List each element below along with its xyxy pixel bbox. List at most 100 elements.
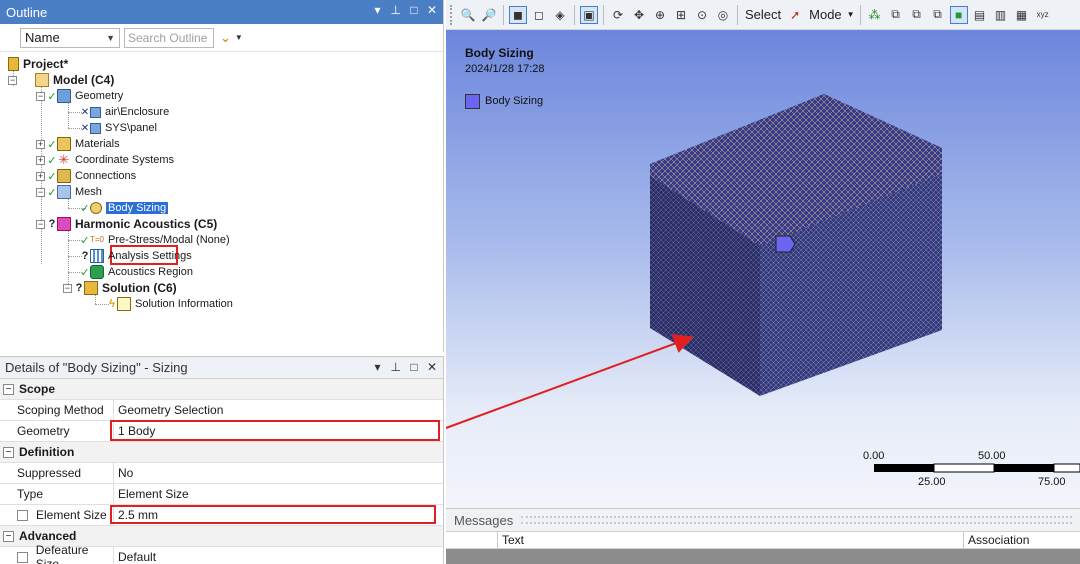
- tree-item-label: Model (C4): [53, 73, 115, 87]
- row-value[interactable]: Default: [114, 550, 156, 564]
- collapse-toggle[interactable]: −: [3, 383, 14, 395]
- tree-item-label: Connections: [75, 170, 137, 182]
- row-type[interactable]: Type Element Size: [0, 484, 443, 505]
- tree-item-sys-panel[interactable]: ✕ SYS\panel: [80, 120, 157, 136]
- tree-item-harmonic-acoustics[interactable]: − ? Harmonic Acoustics (C5): [36, 216, 217, 232]
- magnifier-icon[interactable]: ◎: [714, 6, 732, 24]
- panel-menu-icon[interactable]: ▾: [372, 360, 382, 374]
- collapse-toggle[interactable]: −: [36, 187, 45, 197]
- tree-item-geometry[interactable]: − ✓ Geometry: [36, 88, 123, 104]
- tree-item-label: air\Enclosure: [105, 106, 170, 118]
- row-suppressed[interactable]: Suppressed No: [0, 463, 443, 484]
- collapse-toggle[interactable]: −: [3, 530, 14, 542]
- column-header-text[interactable]: Text: [498, 532, 964, 548]
- chevron-down-icon: ▼: [106, 32, 115, 43]
- filter-combo[interactable]: Name ▼: [20, 27, 120, 48]
- tree-item-air-enclosure[interactable]: ✕ air\Enclosure: [80, 104, 169, 120]
- collapse-toggle[interactable]: −: [3, 446, 14, 458]
- row-value[interactable]: Geometry Selection: [114, 403, 223, 417]
- collapse-toggle[interactable]: −: [36, 219, 45, 229]
- expand-collapse-icon[interactable]: ⌄: [220, 30, 231, 46]
- close-icon[interactable]: ✕: [427, 360, 437, 374]
- select-body-icon[interactable]: ⧉: [929, 6, 947, 24]
- select-vertex-icon[interactable]: ⁂: [866, 6, 884, 24]
- check-icon: ✓: [47, 138, 57, 151]
- panel-menu-icon[interactable]: ▾: [372, 3, 382, 17]
- tree-item-project[interactable]: Project*: [8, 56, 68, 72]
- body-icon: [90, 122, 101, 134]
- section-scope[interactable]: − Scope: [0, 379, 443, 400]
- graphics-viewport[interactable]: Body Sizing 2024/1/28 17:28 Body Sizing: [446, 30, 1080, 508]
- zoom-in-icon[interactable]: 🔍: [459, 6, 477, 24]
- search-input[interactable]: Search Outline: [124, 27, 214, 48]
- panel-grip[interactable]: [521, 516, 1072, 524]
- tree-item-solution-information[interactable]: ϟ Solution Information: [107, 296, 233, 312]
- graphics-toolbar: 🔍 🔎 ◼ ◻ ◈ ▣ ⟳ ✥ ⊕ ⊞ ⊙ ◎ Select ➚ Mode ▼ …: [446, 0, 1080, 30]
- display-wireframe-icon[interactable]: ◻: [530, 6, 548, 24]
- tree-item-pre-stress[interactable]: ✓ T=0 Pre-Stress/Modal (None): [80, 232, 229, 248]
- tree-item-acoustics-region[interactable]: ✓ Acoustics Region: [80, 264, 193, 280]
- row-defeature-size[interactable]: Defeature Size Default: [0, 543, 443, 564]
- maximize-icon[interactable]: □: [409, 360, 419, 374]
- expand-toggle[interactable]: +: [36, 139, 45, 149]
- scale-bar-segment: [1053, 463, 1080, 473]
- tree-item-coordinate-systems[interactable]: + ✓ ✳ Coordinate Systems: [36, 152, 174, 168]
- select-cursor-icon[interactable]: ➚: [786, 6, 804, 24]
- scale-label: 25.00: [918, 476, 946, 488]
- show-vertices-icon[interactable]: ▣: [580, 5, 598, 24]
- tree-item-analysis-settings[interactable]: ? Analysis Settings: [80, 248, 192, 264]
- parameter-checkbox[interactable]: [17, 509, 28, 521]
- tree-item-label: Geometry: [75, 90, 124, 102]
- row-value[interactable]: Element Size: [114, 487, 189, 501]
- select-edge-icon[interactable]: ⧉: [887, 6, 905, 24]
- geometry-icon: [57, 89, 71, 103]
- row-label: Suppressed: [0, 463, 114, 483]
- scale-bar-segment: [933, 463, 995, 473]
- row-scoping-method[interactable]: Scoping Method Geometry Selection: [0, 400, 443, 421]
- scale-bar-segment: [874, 464, 934, 472]
- tree-item-connections[interactable]: + ✓ Connections: [36, 168, 136, 184]
- parameter-checkbox[interactable]: [17, 551, 28, 563]
- select-body-filter-icon[interactable]: ■: [949, 5, 968, 24]
- display-edges-icon[interactable]: ◈: [551, 6, 569, 24]
- chevron-down-icon[interactable]: ▼: [847, 10, 855, 19]
- select-element-icon[interactable]: ▦: [1013, 6, 1031, 24]
- toolbar-grip[interactable]: [450, 4, 454, 25]
- select-element-face-icon[interactable]: ▥: [992, 6, 1010, 24]
- display-shaded-icon[interactable]: ◼: [509, 5, 527, 24]
- column-header-association[interactable]: Association: [964, 532, 1080, 548]
- expand-toggle[interactable]: +: [36, 155, 45, 165]
- pin-icon[interactable]: ⊥: [390, 3, 400, 17]
- mode-button[interactable]: Mode: [807, 7, 844, 22]
- tree-item-solution[interactable]: − ? Solution (C6): [63, 280, 177, 296]
- tree-item-materials[interactable]: + ✓ Materials: [36, 136, 120, 152]
- coordinate-readout-icon[interactable]: xyz: [1034, 6, 1052, 24]
- check-icon: ✓: [80, 202, 90, 215]
- tree-item-model[interactable]: − Model (C4): [8, 72, 114, 88]
- mesh-icon: [57, 185, 71, 199]
- collapse-toggle[interactable]: −: [63, 283, 72, 293]
- tree-item-body-sizing[interactable]: ✓ Body Sizing: [80, 200, 169, 216]
- pin-icon[interactable]: ⊥: [390, 360, 400, 374]
- chevron-down-icon[interactable]: ▼: [235, 33, 243, 42]
- tree-item-mesh[interactable]: − ✓ Mesh: [36, 184, 102, 200]
- select-face-icon[interactable]: ⧉: [908, 6, 926, 24]
- zoom-to-fit-icon[interactable]: ⊙: [693, 6, 711, 24]
- select-button[interactable]: Select: [743, 7, 783, 22]
- details-title: Details of "Body Sizing" - Sizing: [5, 360, 188, 375]
- row-value[interactable]: No: [114, 466, 133, 480]
- box-zoom-icon[interactable]: ⊞: [672, 6, 690, 24]
- select-node-icon[interactable]: ▤: [971, 6, 989, 24]
- expand-toggle[interactable]: +: [36, 171, 45, 181]
- model-icon: [35, 73, 49, 87]
- check-icon: ✓: [47, 186, 57, 199]
- zoom-out-icon[interactable]: 🔎: [480, 6, 498, 24]
- close-icon[interactable]: ✕: [427, 3, 437, 17]
- collapse-toggle[interactable]: −: [36, 91, 45, 101]
- pan-icon[interactable]: ✥: [630, 6, 648, 24]
- section-definition[interactable]: − Definition: [0, 442, 443, 463]
- maximize-icon[interactable]: □: [409, 3, 419, 17]
- zoom-icon[interactable]: ⊕: [651, 6, 669, 24]
- collapse-toggle[interactable]: −: [8, 75, 17, 85]
- rotate-icon[interactable]: ⟳: [609, 6, 627, 24]
